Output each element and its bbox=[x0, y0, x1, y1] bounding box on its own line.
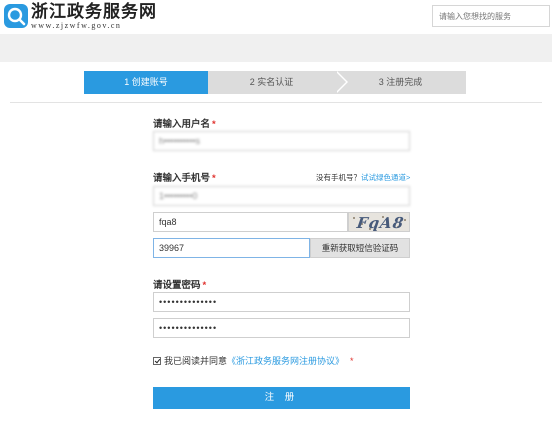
site-header: 浙江政务服务网 www.zjzwfw.gov.cn bbox=[0, 0, 552, 34]
phone-input[interactable]: 1•••••••••0 bbox=[153, 186, 410, 206]
captcha-text: FqA8 bbox=[355, 214, 406, 232]
register-button[interactable]: 注 册 bbox=[153, 387, 410, 409]
divider bbox=[10, 102, 542, 103]
no-phone-text: 没有手机号？ bbox=[316, 173, 361, 182]
green-channel-link[interactable]: 试试绿色通道> bbox=[361, 173, 410, 182]
brand-url: www.zjzwfw.gov.cn bbox=[31, 21, 122, 30]
password-input[interactable]: •••••••••••••• bbox=[153, 292, 410, 312]
password-label: 请设置密码 * bbox=[153, 277, 206, 291]
username-input[interactable]: h••••••••••s bbox=[153, 131, 410, 151]
captcha-image[interactable]: FqA8 bbox=[348, 212, 410, 232]
sms-code-input[interactable]: 39967 bbox=[153, 238, 310, 258]
password-confirm-input[interactable]: •••••••••••••• bbox=[153, 318, 410, 338]
no-phone-hint: 没有手机号？试试绿色通道> bbox=[316, 172, 410, 183]
phone-label-text: 请输入手机号 bbox=[153, 173, 211, 184]
step-registration-complete: 3 注册完成 bbox=[335, 71, 466, 94]
agreement-row: 我已阅读并同意《浙江政务服务网注册协议》 * bbox=[153, 354, 354, 367]
username-label: 请输入用户名 * bbox=[153, 116, 216, 130]
username-label-text: 请输入用户名 bbox=[153, 119, 211, 130]
step-real-name-auth: 2 实名认证 bbox=[208, 71, 348, 94]
header-band bbox=[0, 34, 552, 62]
step-create-account: 1 创建账号 bbox=[84, 71, 219, 94]
registration-steps: 1 创建账号 2 实名认证 3 注册完成 bbox=[84, 71, 466, 94]
captcha-noise bbox=[353, 217, 355, 219]
brand-title[interactable]: 浙江政务服务网 bbox=[31, 3, 157, 21]
required-mark: * bbox=[202, 280, 207, 291]
password-label-text: 请设置密码 bbox=[153, 280, 201, 291]
resend-sms-button[interactable]: 重新获取短信验证码 bbox=[310, 238, 410, 258]
brand-logo-icon[interactable] bbox=[4, 4, 28, 28]
agree-text: 我已阅读并同意 bbox=[164, 356, 228, 366]
captcha-input[interactable]: fqa8 bbox=[153, 212, 348, 232]
search-input[interactable] bbox=[432, 5, 550, 27]
required-mark: * bbox=[350, 356, 354, 366]
agreement-link[interactable]: 《浙江政务服务网注册协议》 bbox=[227, 356, 344, 366]
required-mark: * bbox=[212, 119, 216, 130]
agree-checkbox[interactable] bbox=[153, 356, 161, 365]
phone-label: 请输入手机号 * bbox=[153, 170, 216, 184]
required-mark: * bbox=[212, 173, 216, 184]
